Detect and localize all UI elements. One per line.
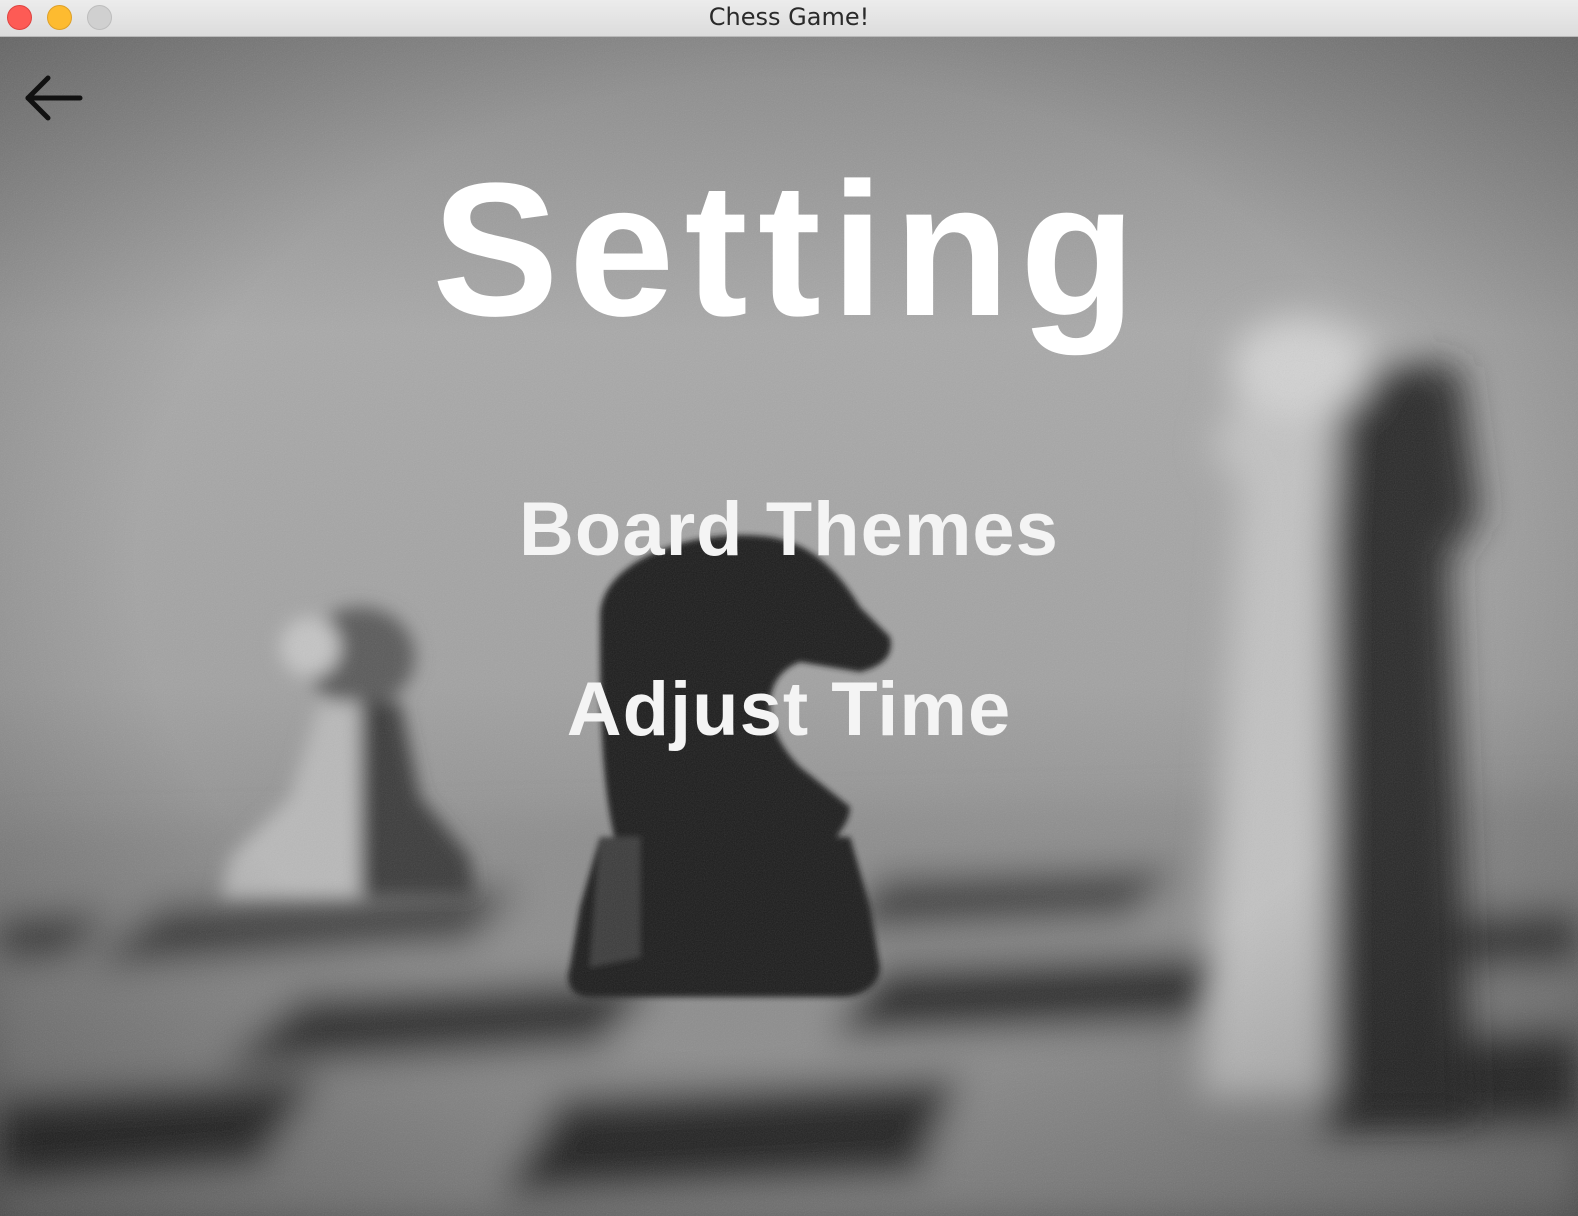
back-button[interactable] [22, 73, 84, 123]
page-title: Setting [432, 144, 1146, 356]
title-bar: Chess Game! [0, 0, 1578, 37]
arrow-left-icon [25, 75, 83, 121]
app-window: Chess Game! Setting Board Themes Adjust … [0, 0, 1578, 1216]
adjust-time-button[interactable]: Adjust Time [0, 672, 1578, 748]
window-title: Chess Game! [708, 3, 870, 31]
board-themes-button[interactable]: Board Themes [0, 492, 1578, 568]
settings-screen: Setting Board Themes Adjust Time [0, 37, 1578, 1216]
